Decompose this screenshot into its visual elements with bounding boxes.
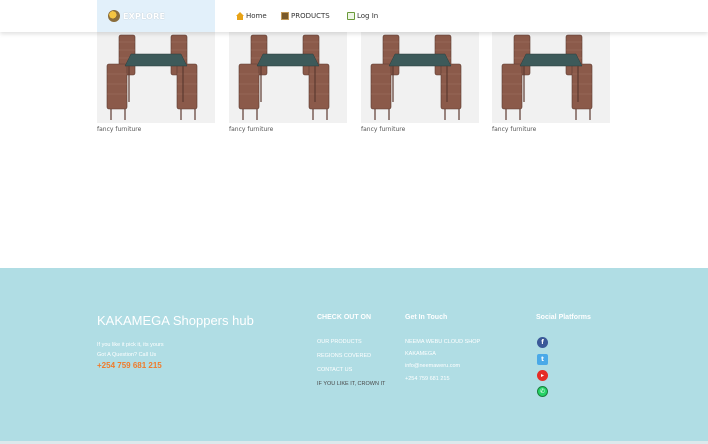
link-regions-covered[interactable]: REGIONS COVERED <box>317 353 371 359</box>
link-crown-it[interactable]: IF YOU LIKE IT, CROWN IT <box>317 381 385 387</box>
nav-products-label: PRODUCTS <box>291 12 330 20</box>
furniture-set-image <box>106 34 198 120</box>
nav-home-label: Home <box>246 12 267 20</box>
home-icon <box>236 12 244 20</box>
product-image[interactable] <box>97 32 215 123</box>
social-heading: Social Platforms <box>536 314 591 321</box>
top-navbar: EXPLORE Home PRODUCTS Log In <box>0 0 708 32</box>
contact-email[interactable]: info@neemaweru.com <box>405 363 460 369</box>
furniture-set-image <box>501 34 593 120</box>
nav-products[interactable]: PRODUCTS <box>281 0 330 32</box>
brand-label: EXPLORE <box>123 11 166 21</box>
get-in-touch-heading: Get In Touch <box>405 314 448 321</box>
product-card[interactable]: fancy furniture <box>361 32 479 133</box>
whatsapp-icon[interactable]: ✆ <box>537 386 548 397</box>
twitter-icon[interactable]: t <box>537 354 548 365</box>
nav-login[interactable]: Log In <box>347 0 378 32</box>
nav-login-label: Log In <box>357 12 379 20</box>
furniture-set-image <box>370 34 462 120</box>
facebook-icon[interactable]: f <box>537 337 548 348</box>
product-card[interactable]: fancy furniture <box>492 32 610 133</box>
product-card[interactable]: fancy furniture <box>229 32 347 133</box>
footer-brand-title: KAKAMEGA Shoppers hub <box>97 313 254 328</box>
contact-phone[interactable]: +254 759 681 215 <box>405 376 450 382</box>
footer-phone[interactable]: +254 759 681 215 <box>97 361 162 370</box>
login-icon <box>347 12 355 20</box>
check-out-heading: CHECK OUT ON <box>317 314 372 321</box>
link-contact-us[interactable]: CONTACT US <box>317 367 352 373</box>
contact-location: KAKAMEGA <box>405 351 436 357</box>
footer-question: Got A Question? Call Us <box>97 352 157 358</box>
brand-explore[interactable]: EXPLORE <box>97 0 215 32</box>
product-caption: fancy furniture <box>492 126 537 133</box>
product-caption: fancy furniture <box>229 126 274 133</box>
furniture-set-image <box>238 34 330 120</box>
nav-home[interactable]: Home <box>236 0 267 32</box>
link-our-products[interactable]: OUR PRODUCTS <box>317 339 362 345</box>
products-icon <box>281 12 289 20</box>
explore-logo-icon <box>108 10 120 22</box>
product-card[interactable]: fancy furniture <box>97 32 215 133</box>
youtube-icon[interactable]: ▸ <box>537 370 548 381</box>
product-image[interactable] <box>229 32 347 123</box>
footer-slogan: If you like it pick it, its yours <box>97 342 164 348</box>
product-caption: fancy furniture <box>361 126 406 133</box>
contact-shop-name: NEEMA WEBU CLOUD SHOP <box>405 339 481 345</box>
product-image[interactable] <box>361 32 479 123</box>
product-caption: fancy furniture <box>97 126 142 133</box>
product-image[interactable] <box>492 32 610 123</box>
